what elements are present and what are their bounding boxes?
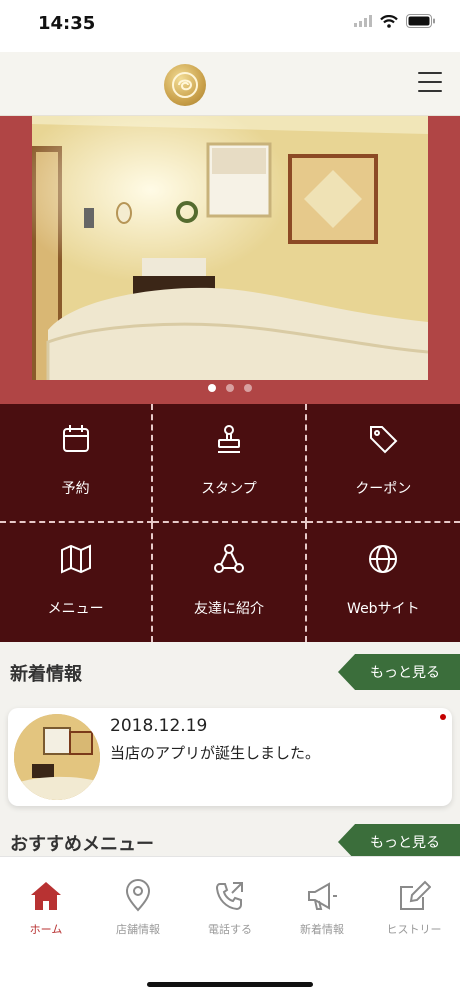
news-section-title: 新着情報: [10, 664, 82, 685]
news-date: 2018.12.19: [110, 716, 208, 736]
tab-history-label: ヒストリー: [386, 923, 442, 936]
tab-store-info[interactable]: 店舗情報: [92, 879, 184, 937]
tab-home[interactable]: ホーム: [0, 879, 92, 937]
hamburger-menu-icon[interactable]: [418, 72, 442, 94]
globe-icon: [369, 544, 398, 573]
stamp-icon: [217, 424, 240, 453]
tab-news-label: 新着情報: [300, 923, 344, 936]
tab-home-label: ホーム: [29, 923, 63, 936]
salon-room-photo: [32, 116, 428, 380]
status-icons: [354, 14, 436, 28]
coupon-label: クーポン: [355, 480, 412, 497]
logo[interactable]: [164, 64, 206, 106]
tab-bar: ホーム 店舗情報 電話する 新着情報 ヒストリー: [0, 856, 460, 996]
status-bar: 14:35: [0, 0, 460, 52]
rose-logo-icon: [172, 72, 198, 98]
location-pin-icon: [125, 879, 151, 912]
slide-dot[interactable]: [226, 384, 234, 392]
status-time: 14:35: [38, 13, 96, 34]
slide-indicator[interactable]: [0, 384, 460, 398]
tab-news[interactable]: 新着情報: [276, 879, 368, 937]
tab-store-info-label: 店舗情報: [116, 923, 160, 936]
slide-dot[interactable]: [244, 384, 252, 392]
news-text: 当店のアプリが誕生しました。: [110, 744, 321, 762]
reservation-label: 予約: [61, 480, 90, 497]
tab-history[interactable]: ヒストリー: [368, 879, 460, 937]
tag-icon: [370, 425, 398, 453]
tab-call-label: 電話する: [208, 923, 252, 936]
menu-label: メニュー: [47, 600, 104, 617]
news-card[interactable]: 2018.12.19 当店のアプリが誕生しました。: [8, 708, 452, 806]
menu-button[interactable]: メニュー: [0, 523, 154, 642]
map-icon: [60, 543, 91, 574]
home-icon: [31, 882, 61, 910]
slide-dot[interactable]: [208, 384, 216, 392]
megaphone-icon: [308, 882, 337, 910]
feature-grid: 予約 スタンプ クーポン メニュー 友達に紹介 Webサイト: [0, 404, 460, 642]
coupon-button[interactable]: クーポン: [306, 404, 460, 523]
refer-friend-label: 友達に紹介: [193, 600, 264, 617]
calendar-icon: [62, 424, 89, 452]
stamp-button[interactable]: スタンプ: [153, 404, 307, 523]
refer-friend-button[interactable]: 友達に紹介: [153, 523, 307, 642]
reservation-button[interactable]: 予約: [0, 404, 154, 523]
website-label: Webサイト: [347, 600, 420, 617]
app-header: [0, 52, 460, 116]
phone-icon: [215, 882, 243, 911]
edit-icon: [400, 880, 431, 910]
wifi-icon: [380, 14, 398, 28]
news-more-button[interactable]: もっと見る: [338, 654, 460, 690]
home-indicator: [147, 982, 313, 987]
tab-call[interactable]: 電話する: [184, 879, 276, 937]
recommend-section-title: おすすめメニュー: [10, 834, 154, 855]
share-icon: [213, 543, 244, 573]
unread-dot: [440, 714, 446, 720]
signal-icon: [354, 15, 372, 27]
news-thumbnail: [14, 714, 100, 800]
hero-slideshow[interactable]: [0, 116, 460, 404]
recommend-more-button[interactable]: もっと見る: [338, 824, 460, 860]
stamp-label: スタンプ: [201, 480, 257, 497]
website-button[interactable]: Webサイト: [307, 523, 460, 642]
battery-icon: [406, 14, 435, 28]
